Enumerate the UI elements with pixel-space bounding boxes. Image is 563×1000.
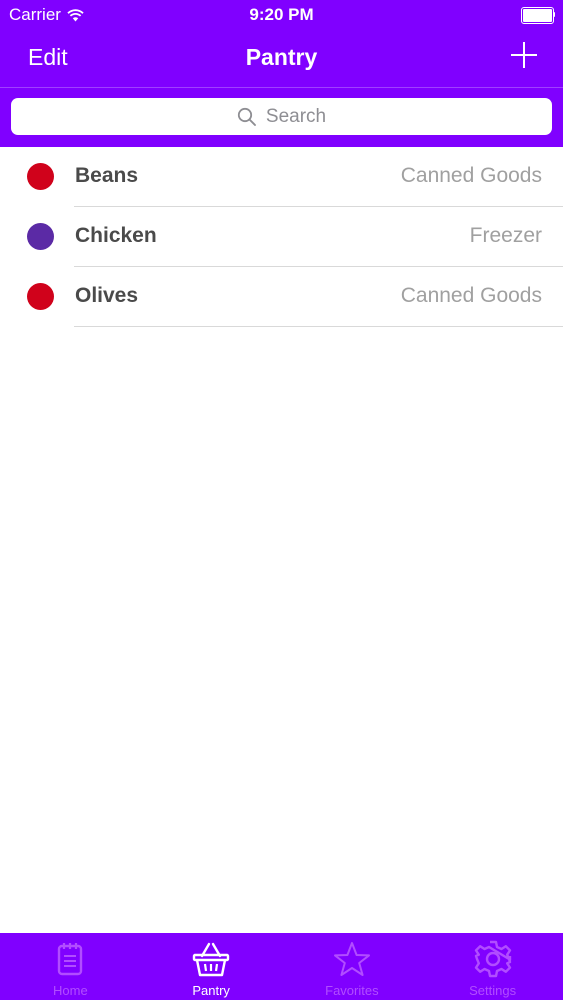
page-title: Pantry: [245, 44, 318, 70]
tab-settings[interactable]: Settings: [422, 933, 563, 1000]
battery-icon: [521, 7, 555, 24]
status-clock: 9:20 PM: [249, 5, 314, 24]
list-item[interactable]: Chicken Freezer: [0, 207, 563, 266]
list-item[interactable]: Olives Canned Goods: [0, 267, 563, 326]
row-separator: [74, 326, 563, 327]
nav-divider: [0, 87, 563, 88]
tab-label: Pantry: [192, 983, 230, 998]
tab-home[interactable]: Home: [0, 933, 141, 1000]
list-item[interactable]: Beans Canned Goods: [0, 147, 563, 206]
notepad-icon: [50, 939, 90, 979]
tab-label: Favorites: [325, 983, 379, 998]
add-item-button[interactable]: [511, 42, 537, 68]
color-dot: [27, 163, 54, 190]
tab-bar: Home Pantry Favorites Settings: [0, 933, 563, 1000]
pantry-list: Beans Canned Goods Chicken Freezer Olive…: [0, 147, 563, 327]
tab-pantry[interactable]: Pantry: [141, 933, 282, 1000]
item-name: Chicken: [75, 224, 157, 247]
search-icon: [237, 107, 257, 127]
color-dot: [27, 223, 54, 250]
item-category: Freezer: [469, 224, 542, 247]
tab-favorites[interactable]: Favorites: [282, 933, 423, 1000]
star-icon: [332, 939, 372, 979]
color-dot: [27, 283, 54, 310]
basket-icon: [191, 939, 231, 979]
search-input[interactable]: Search: [11, 98, 552, 135]
header: Carrier 9:20 PM Edit Pantry Search: [0, 0, 563, 147]
gear-icon: [473, 939, 513, 979]
search-placeholder: Search: [265, 105, 327, 127]
tab-label: Home: [53, 983, 88, 998]
app-screen: Carrier 9:20 PM Edit Pantry Search Beans…: [0, 0, 563, 1000]
status-bar: Carrier 9:20 PM: [0, 0, 563, 30]
item-name: Beans: [75, 164, 139, 187]
item-name: Olives: [75, 284, 139, 307]
item-category: Canned Goods: [400, 284, 542, 307]
nav-bar: Edit Pantry: [0, 30, 563, 87]
item-category: Canned Goods: [400, 164, 542, 187]
tab-label: Settings: [469, 983, 517, 998]
